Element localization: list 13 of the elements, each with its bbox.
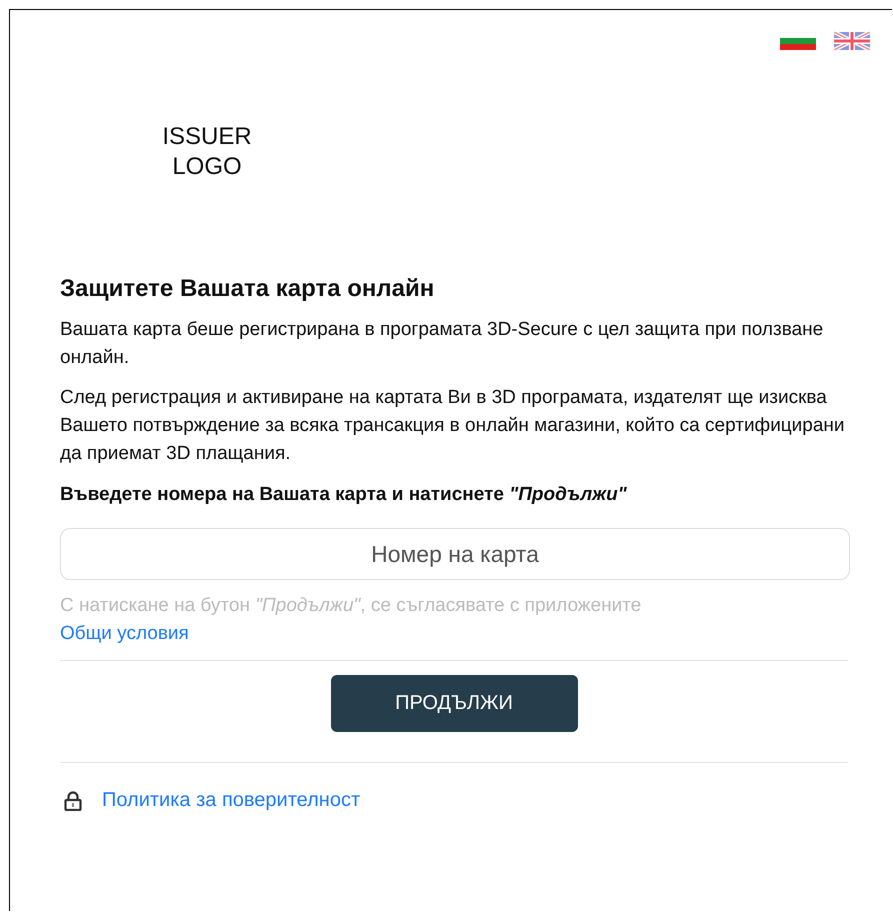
privacy-policy-link[interactable]: Политика за поверителност: [102, 789, 360, 812]
card-number-field[interactable]: Номер на карта: [60, 528, 850, 580]
flag-icon[interactable]: [780, 32, 816, 50]
info-paragraph: Вашата карта беше регистрирана в програмата 3D-Secure с цел защита при ползване онлайн.: [60, 318, 824, 370]
flag-icon[interactable]: [834, 32, 870, 50]
info-paragraph: След регистрация и активиране на картата Ви в 3D програмата, издателят ще изисква Вашето потвърждение за всяка трансакция в онлайн магазини, който са сертифицирани да приемат 3D плащания.: [60, 386, 845, 466]
page-title: Защитете Вашата карта онлайн: [60, 274, 436, 304]
consent-text: С натискане на бутон "Продължи", се съгласявате с приложените Общи условия: [60, 594, 642, 646]
instruction-text: Въведете номера на Вашата карта и натиснете "Продължи": [60, 483, 628, 507]
terms-link[interactable]: Общи условия: [60, 623, 189, 644]
continue-button[interactable]: ПРОДЪЛЖИ: [330, 675, 578, 732]
issuer-logo: ISSUER LOGO: [161, 122, 253, 182]
lock-icon: [64, 790, 82, 810]
